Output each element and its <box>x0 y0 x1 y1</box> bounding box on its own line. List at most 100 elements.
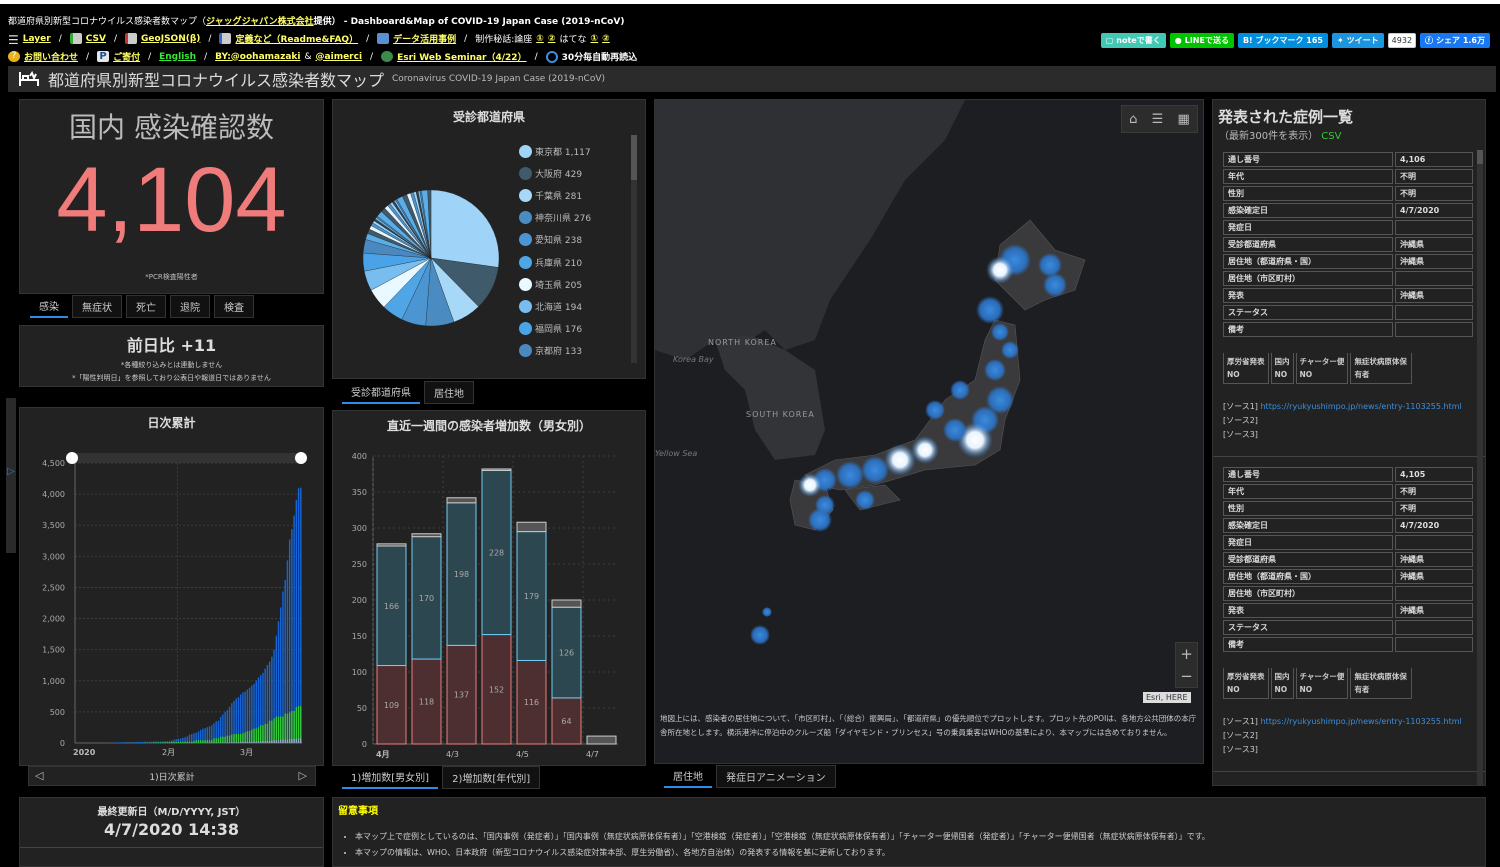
legend-item[interactable]: 愛知県 238 <box>519 229 591 251</box>
tab-age-increase[interactable]: 2)増加数[年代別] <box>442 766 540 789</box>
english-link[interactable]: English <box>159 52 196 62</box>
csv-link[interactable]: CSV <box>86 34 106 44</box>
hatena-link-1[interactable]: ① <box>591 34 599 44</box>
japan-map[interactable]: NORTH KOREA Korea Bay SOUTH KOREA Yellow… <box>655 100 1205 710</box>
bar-deaths <box>244 742 245 743</box>
tab-map-residence[interactable]: 居住地 <box>664 765 712 788</box>
sidebar-expand-handle[interactable]: ▷ <box>6 398 16 553</box>
case-list-csv-link[interactable]: CSV <box>1321 131 1341 142</box>
table-row: 備考 <box>1223 637 1473 652</box>
hatena-link-2[interactable]: ② <box>602 34 610 44</box>
contact-link[interactable]: お問い合わせ <box>24 50 78 63</box>
tab-deaths[interactable]: 死亡 <box>126 295 166 318</box>
bar-discharged <box>247 731 248 743</box>
tab-tests[interactable]: 検査 <box>214 295 254 318</box>
legend-item[interactable]: 大阪府 429 <box>519 162 591 184</box>
tab-gender-increase[interactable]: 1)増加数[男女別] <box>342 766 438 789</box>
zoom-out-button[interactable]: − <box>1176 665 1197 687</box>
last-updated-label: 最終更新日（M/D/YYYY, JST） <box>20 803 323 818</box>
legend-swatch <box>519 344 532 357</box>
y-tick-label: 200 <box>352 596 367 605</box>
facebook-share-button[interactable]: ⓕシェア 1.6万 <box>1420 33 1490 48</box>
line-share-button[interactable]: ●LINEで送る <box>1170 33 1234 48</box>
author-link-2[interactable]: @aimerci <box>316 52 363 62</box>
legend-item[interactable]: 福岡県 176 <box>519 318 591 340</box>
table-row: 受診都道府県沖縄県 <box>1223 237 1473 252</box>
bar-discharged <box>153 742 154 743</box>
case-detail-table: 通し番号4,105年代不明性別不明感染確定日4/7/2020発症日受診都道府県沖… <box>1221 465 1475 654</box>
bar-infected <box>289 540 290 743</box>
dashboard-subtitle: Coronavirus COVID-19 Japan Case (2019-nC… <box>392 74 605 84</box>
legend-item[interactable]: 京都府 133 <box>519 340 591 362</box>
bar-discharged <box>280 717 281 743</box>
readme-link[interactable]: 定義など（Readme&FAQ） <box>235 32 358 45</box>
ronza-link-2[interactable]: ② <box>548 34 556 44</box>
y-tick-label: 0 <box>362 740 367 749</box>
jag-japan-link[interactable]: ジャッグジャパン株式会社 <box>206 14 314 27</box>
legend-scrollbar[interactable] <box>631 135 637 363</box>
ronza-link-1[interactable]: ① <box>536 34 544 44</box>
flag-cell: 無症状病原体保有者 <box>1350 353 1412 384</box>
home-icon[interactable]: ⌂ <box>1129 112 1137 127</box>
legend-item[interactable]: 千葉県 281 <box>519 184 591 206</box>
field-label: 居住地（都道府県・国） <box>1223 254 1393 269</box>
table-row: 通し番号4,105 <box>1223 467 1473 482</box>
bar-discharged <box>222 737 223 743</box>
case-flags-table: 厚労省発表NO国内NOチャーター便NO無症状病原体保有者 <box>1221 351 1414 386</box>
daily-change-note1: *各種絞り込みとは連動しません <box>20 360 323 370</box>
bar-deaths <box>287 739 288 743</box>
bar-discharged <box>251 730 252 743</box>
flag-cell: 国内NO <box>1271 353 1294 384</box>
gender-chart-title: 直近一週間の感染者増加数（男女別） <box>333 417 645 434</box>
usecase-link[interactable]: データ活用事例 <box>393 32 456 45</box>
table-row: 性別不明 <box>1223 186 1473 201</box>
tab-asymptomatic[interactable]: 無症状 <box>72 295 122 318</box>
tab-residence[interactable]: 居住地 <box>424 381 474 404</box>
tweet-button[interactable]: ✦ツイート <box>1332 33 1384 48</box>
source-link[interactable]: https://ryukyushimpo.jp/news/entry-11032… <box>1260 717 1461 726</box>
table-row: 居住地（市区町村） <box>1223 586 1473 601</box>
basemap-gallery-icon[interactable]: ▦ <box>1178 112 1190 127</box>
tab-hospital-prefecture[interactable]: 受診都道府県 <box>342 381 420 404</box>
hatena-bookmark-button[interactable]: B! ブックマーク 165 <box>1238 33 1328 48</box>
tab-infected[interactable]: 感染 <box>30 295 68 318</box>
y-tick-label: 2,000 <box>42 615 65 624</box>
bar-discharged <box>278 717 279 743</box>
y-tick-label: 2,500 <box>42 583 65 592</box>
bar-discharged <box>236 734 237 743</box>
bar-infected <box>129 742 130 743</box>
legend-item[interactable]: 埼玉県 205 <box>519 273 591 295</box>
tab-onset-animation[interactable]: 発症日アニメーション <box>716 765 836 788</box>
case-list: 通し番号4,106年代不明性別不明感染確定日4/7/2020発症日受診都道府県沖… <box>1213 150 1485 772</box>
legend-item[interactable]: 北海道 194 <box>519 295 591 317</box>
source-link[interactable]: https://ryukyushimpo.jp/news/entry-11032… <box>1260 402 1461 411</box>
bar-discharged <box>202 740 203 743</box>
bar-discharged <box>238 734 239 743</box>
seminar-link[interactable]: Esri Web Seminar（4/22） <box>397 50 527 63</box>
table-row: 感染確定日4/7/2020 <box>1223 518 1473 533</box>
y-tick-label: 100 <box>352 668 367 677</box>
cumulative-chart: 05001,0001,5002,0002,5003,0003,5004,0004… <box>20 433 325 758</box>
table-row: ステータス <box>1223 305 1473 320</box>
bar-discharged <box>296 707 297 743</box>
case-list-panel: 発表された症例一覧 （最新300件を表示） CSV 通し番号4,106年代不明性… <box>1212 99 1486 786</box>
case-detail-table: 通し番号4,106年代不明性別不明感染確定日4/7/2020発症日受診都道府県沖… <box>1221 150 1475 339</box>
data-label: 137 <box>454 691 469 700</box>
legend-item[interactable]: 神奈川県 276 <box>519 207 591 229</box>
tab-discharged[interactable]: 退院 <box>170 295 210 318</box>
map-attribution[interactable]: Esri, HERE <box>1143 692 1191 703</box>
legend-item[interactable]: 東京都 1,117 <box>519 140 591 162</box>
geojson-link[interactable]: GeoJSON(β) <box>141 34 200 44</box>
bar-discharged <box>178 742 179 743</box>
legend-list-icon[interactable]: ☰ <box>1152 112 1164 127</box>
note-share-button[interactable]: ▢noteで書く <box>1101 33 1166 48</box>
next-chart-arrow-icon[interactable]: ▷ <box>299 769 307 782</box>
bar-discharged <box>189 742 190 743</box>
donate-link[interactable]: ご寄付 <box>113 50 140 63</box>
zoom-in-button[interactable]: + <box>1176 643 1197 665</box>
layer-link[interactable]: Layer <box>23 34 51 44</box>
author-link-1[interactable]: BY:@oohamazaki <box>215 52 300 62</box>
legend-item[interactable]: 兵庫県 210 <box>519 251 591 273</box>
data-label: 170 <box>419 594 434 603</box>
case-list-scrollbar[interactable] <box>1477 150 1483 785</box>
